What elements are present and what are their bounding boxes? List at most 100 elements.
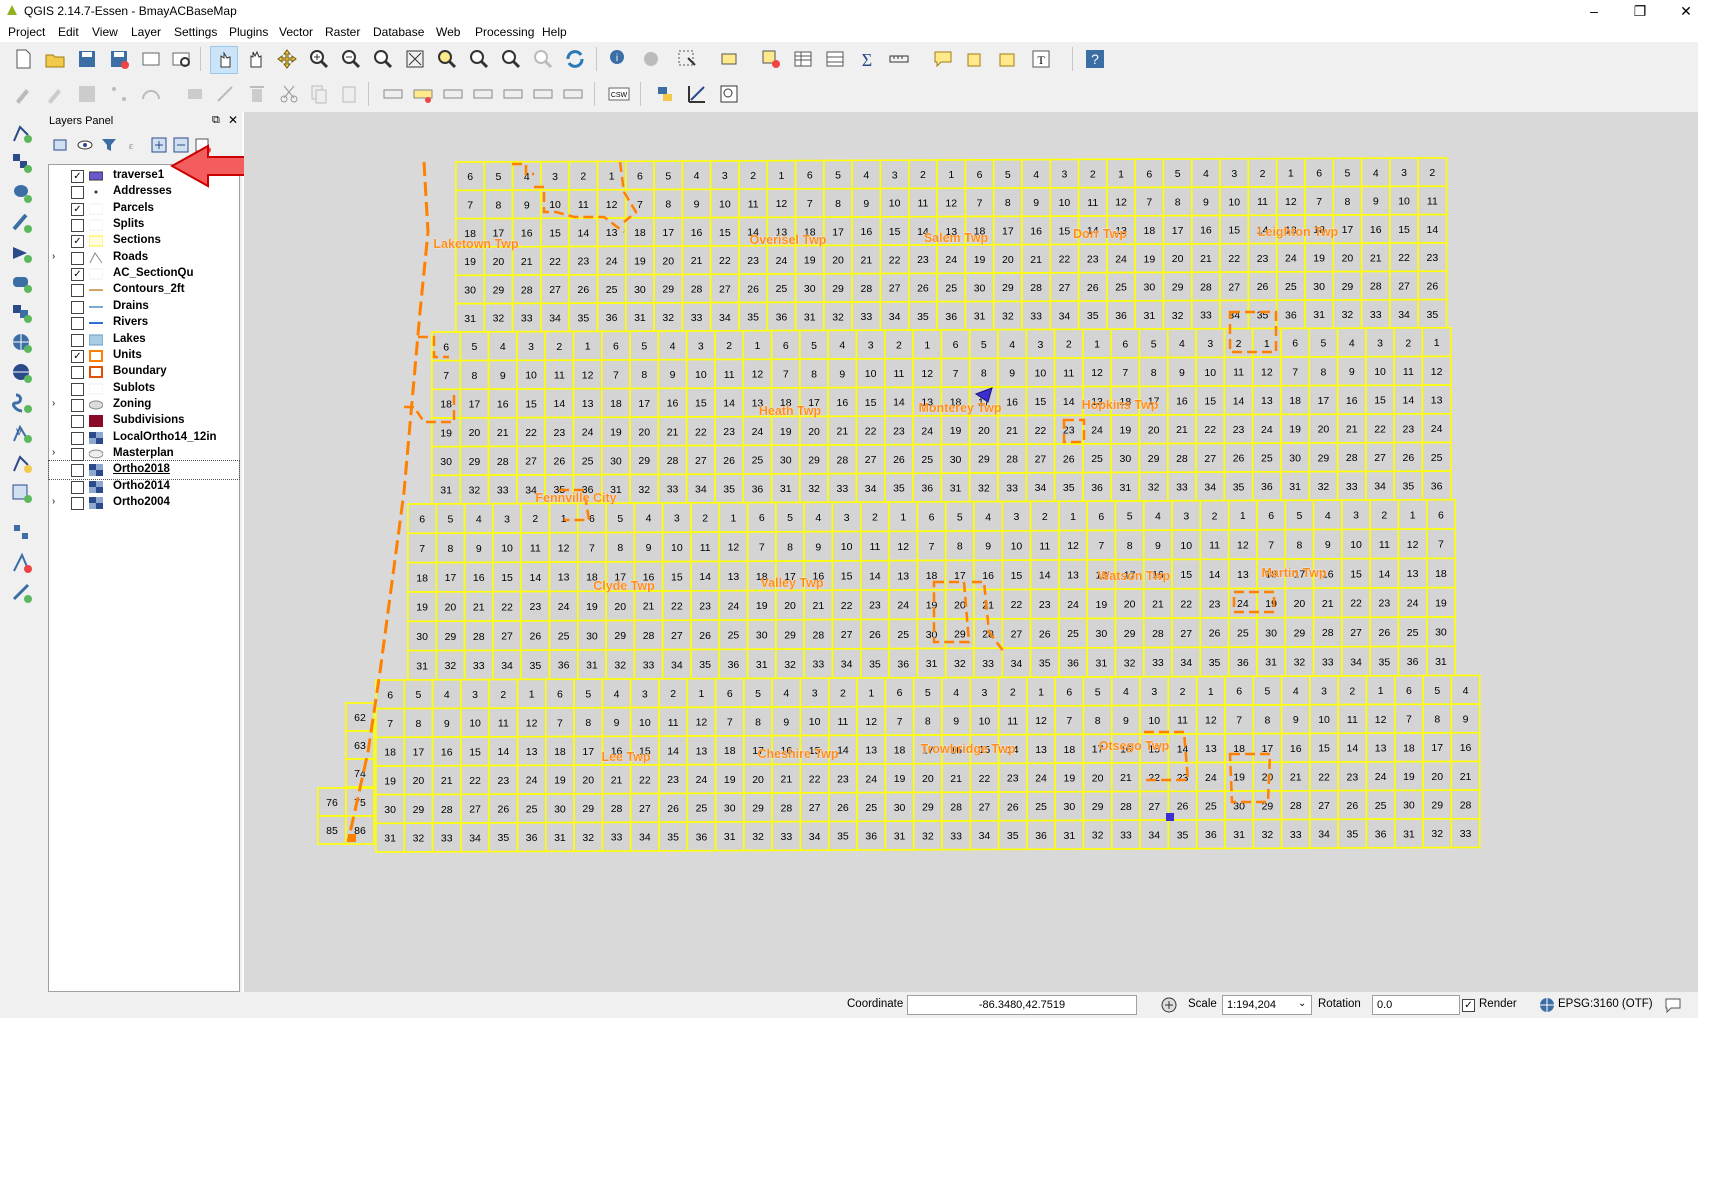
statistical-summary-icon[interactable]: Σ: [854, 46, 880, 72]
layer-row-rivers[interactable]: Rivers: [49, 314, 239, 332]
menu-plugins[interactable]: Plugins: [229, 25, 268, 39]
current-edits-icon[interactable]: [10, 81, 36, 107]
touch-zoom-pan-icon[interactable]: [210, 46, 238, 74]
crs-status[interactable]: EPSG:3160 (OTF): [1558, 998, 1653, 1010]
show-bookmarks-icon[interactable]: [994, 46, 1020, 72]
add-wms-layer-icon[interactable]: [8, 330, 36, 356]
layer-row-splits[interactable]: Splits: [49, 216, 239, 234]
layer-row-ac-sectionqu[interactable]: ✓ AC_SectionQu: [49, 265, 239, 283]
open-project-icon[interactable]: [42, 46, 68, 72]
add-wcs-layer-icon[interactable]: [8, 360, 36, 386]
zoom-to-layer-icon[interactable]: [466, 46, 492, 72]
move-label-icon[interactable]: [500, 81, 526, 107]
layer-visibility-checkbox[interactable]: [71, 464, 84, 478]
new-shapefile-layer-icon[interactable]: [8, 450, 36, 476]
close-panel-icon[interactable]: ✕: [228, 113, 238, 127]
pin-labels-icon[interactable]: [440, 81, 466, 107]
rotate-label-icon[interactable]: [530, 81, 556, 107]
new-bookmark-icon[interactable]: [962, 46, 988, 72]
layer-row-units[interactable]: ✓ Units: [49, 347, 239, 365]
restore-button[interactable]: ❐: [1617, 0, 1663, 22]
deselect-all-icon[interactable]: [758, 46, 784, 72]
layer-visibility-checkbox[interactable]: [71, 382, 84, 396]
select-features-icon[interactable]: [674, 46, 700, 72]
zoom-out-icon[interactable]: [338, 46, 364, 72]
layer-row-ortho2004[interactable]: › Ortho2004: [49, 494, 239, 512]
manage-visibility-icon[interactable]: [76, 136, 94, 154]
toggle-extents-mouse-icon[interactable]: [1160, 996, 1178, 1014]
layer-row-sections[interactable]: ✓ Sections: [49, 232, 239, 250]
show-hide-labels-icon[interactable]: [470, 81, 496, 107]
menu-database[interactable]: Database: [373, 25, 424, 39]
zoom-next-icon[interactable]: [530, 46, 556, 72]
save-layer-edits-icon[interactable]: [74, 81, 100, 107]
menu-raster[interactable]: Raster: [325, 25, 360, 39]
copy-features-icon[interactable]: [306, 81, 332, 107]
layer-row-roads[interactable]: › Roads: [49, 249, 239, 267]
new-project-icon[interactable]: [10, 46, 36, 72]
add-db2-layer-icon[interactable]: [8, 270, 36, 296]
highlight-pinned-labels-icon[interactable]: [410, 81, 436, 107]
pan-to-selection-icon[interactable]: [274, 46, 300, 72]
add-spatialite-layer-icon[interactable]: [8, 210, 36, 236]
map-canvas[interactable]: 6 5 4 3 2 1 6 5 4 3 2 1 6 5 4 3 2 1 6 5 4 3 2 1 6 5 4 3 2 1 6 5 4 3 2 7 8 9 10…: [244, 112, 1698, 992]
menu-processing[interactable]: Processing: [475, 25, 534, 39]
identify-features-icon[interactable]: i: [606, 46, 632, 72]
menu-edit[interactable]: Edit: [58, 25, 79, 39]
layer-visibility-checkbox[interactable]: [71, 186, 84, 200]
menu-vector[interactable]: Vector: [279, 25, 313, 39]
close-button[interactable]: ✕: [1663, 0, 1709, 22]
add-mssql-layer-icon[interactable]: [8, 240, 36, 266]
globe-icon[interactable]: [1539, 997, 1555, 1013]
zoom-full-icon[interactable]: [402, 46, 428, 72]
paste-features-icon[interactable]: [336, 81, 362, 107]
layer-visibility-checkbox[interactable]: [71, 333, 84, 347]
python-console-icon[interactable]: [652, 81, 678, 107]
add-feature-icon[interactable]: [106, 81, 132, 107]
menu-view[interactable]: View: [92, 25, 118, 39]
georeferencer-icon[interactable]: [684, 81, 710, 107]
layer-visibility-checkbox[interactable]: [71, 497, 84, 510]
expand-arrow-icon[interactable]: ›: [52, 496, 55, 507]
expand-arrow-icon[interactable]: ›: [52, 447, 55, 458]
layer-visibility-checkbox[interactable]: [71, 415, 84, 429]
node-tool-icon[interactable]: [212, 81, 238, 107]
add-circular-string-icon[interactable]: [138, 81, 164, 107]
coordinate-field[interactable]: -86.3480,42.7519: [907, 995, 1137, 1015]
menu-help[interactable]: Help: [542, 25, 567, 39]
layer-visibility-checkbox[interactable]: [71, 219, 84, 233]
menu-project[interactable]: Project: [8, 25, 45, 39]
layer-visibility-checkbox[interactable]: ✓: [71, 268, 84, 282]
rotation-spinbox[interactable]: 0.0: [1372, 995, 1460, 1015]
layer-row-lakes[interactable]: Lakes: [49, 331, 239, 349]
layer-visibility-checkbox[interactable]: ✓: [71, 202, 84, 216]
layer-row-subdivisions[interactable]: Subdivisions: [49, 412, 239, 430]
add-postgis-layer-icon[interactable]: [8, 180, 36, 206]
layer-visibility-checkbox[interactable]: [71, 300, 84, 314]
add-group-icon[interactable]: [52, 136, 70, 154]
layer-visibility-checkbox[interactable]: [71, 431, 84, 445]
save-project-icon[interactable]: [74, 46, 100, 72]
layer-visibility-checkbox[interactable]: [71, 251, 84, 265]
add-virtual-layer-icon[interactable]: [8, 520, 36, 546]
field-calculator-icon[interactable]: [822, 46, 848, 72]
layer-row-ortho2014[interactable]: Ortho2014: [49, 478, 239, 496]
minimize-button[interactable]: –: [1571, 0, 1617, 22]
layer-visibility-checkbox[interactable]: [71, 398, 84, 412]
layer-visibility-checkbox[interactable]: [71, 366, 84, 380]
layer-visibility-checkbox[interactable]: ✓: [71, 170, 84, 183]
layer-row-localortho14-12in[interactable]: LocalOrtho14_12in: [49, 429, 239, 447]
layer-row-sublots[interactable]: Sublots: [49, 380, 239, 398]
toggle-editing-icon[interactable]: [42, 81, 68, 107]
csw-icon[interactable]: CSW: [606, 81, 632, 107]
zoom-last-icon[interactable]: [498, 46, 524, 72]
expand-arrow-icon[interactable]: ›: [52, 398, 55, 409]
messages-icon[interactable]: [1664, 997, 1682, 1013]
layer-visibility-checkbox[interactable]: ✓: [71, 235, 84, 249]
layer-visibility-checkbox[interactable]: ✓: [71, 349, 84, 363]
add-gps-layer-icon[interactable]: [8, 580, 36, 606]
float-panel-icon[interactable]: ⧉: [212, 114, 220, 127]
add-wfs-layer-icon[interactable]: [8, 390, 36, 416]
new-spatialite-layer-icon[interactable]: [8, 480, 36, 506]
layer-row-ortho2018[interactable]: Ortho2018: [48, 460, 240, 481]
